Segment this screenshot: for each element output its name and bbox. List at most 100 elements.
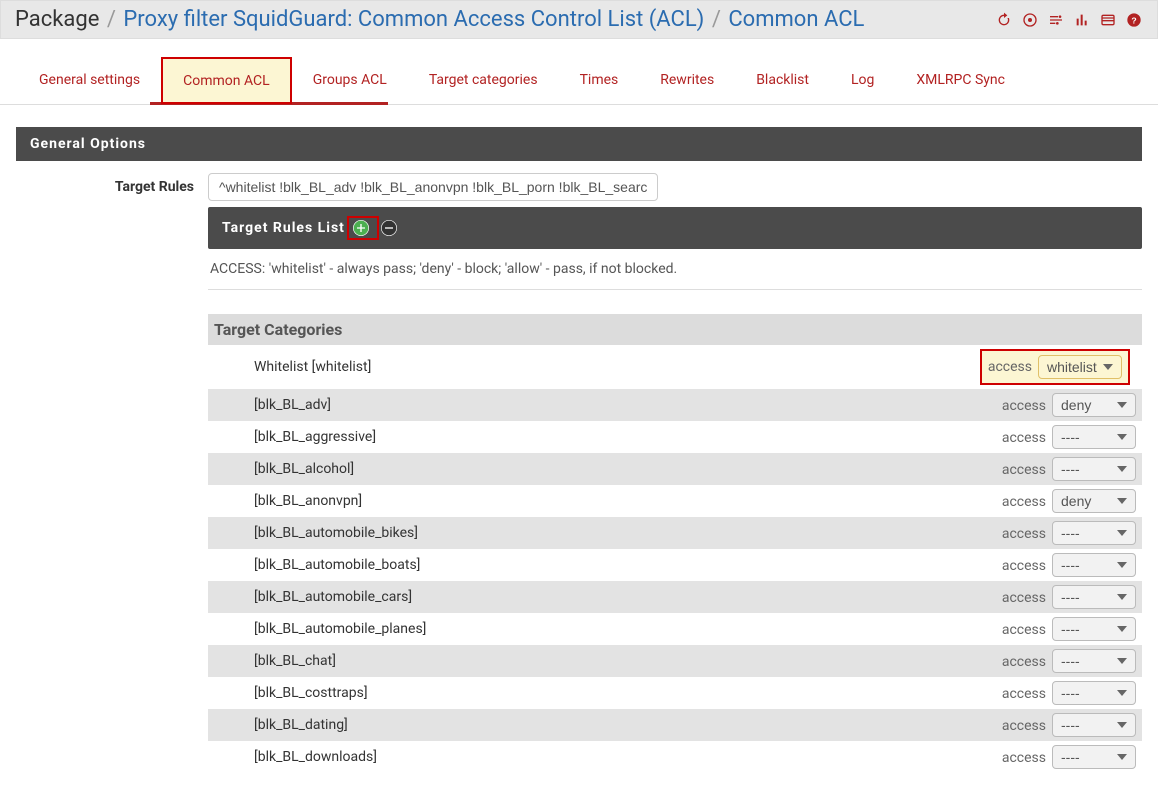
table-row: [blk_BL_automobile_bikes] access ----white… (208, 517, 1142, 549)
access-label: access (1002, 494, 1046, 510)
category-name: [blk_BL_automobile_cars] (208, 581, 974, 613)
category-name: [blk_BL_adv] (208, 389, 974, 421)
access-select[interactable]: ----whitelistdenyallow (1052, 457, 1136, 481)
access-label: access (1002, 654, 1046, 670)
category-name: [blk_BL_chat] (208, 645, 974, 677)
access-select[interactable]: ----whitelistdenyallow (1052, 585, 1136, 609)
category-access-cell: access ----whitelistdenyallow (974, 517, 1142, 549)
target-rules-label: Target Rules (16, 173, 208, 195)
access-label: access (1002, 430, 1046, 446)
table-row: [blk_BL_downloads] access ----whitelistden… (208, 741, 1142, 773)
category-name: [blk_BL_automobile_boats] (208, 549, 974, 581)
expand-highlight (347, 216, 379, 240)
categories-body: Whitelist [whitelist] access ----whitelist… (208, 345, 1142, 773)
access-highlight: access ----whitelistdenyallow (980, 349, 1130, 385)
category-access-cell: access ----whitelistdenyallow (974, 613, 1142, 645)
tabs: General settingsCommon ACLGroups ACLTarg… (0, 39, 1158, 105)
tab-xmlrpc-sync[interactable]: XMLRPC Sync (895, 57, 1026, 104)
table-row: [blk_BL_alcohol] access ----whitelistdenya… (208, 453, 1142, 485)
tab-common-acl[interactable]: Common ACL (161, 57, 292, 104)
access-label: access (1002, 558, 1046, 574)
access-label: access (1002, 526, 1046, 542)
table-row: [blk_BL_costtraps] access ----whitelistden… (208, 677, 1142, 709)
category-access-cell: access----whitelistdenyallow (974, 581, 1142, 613)
category-name: [blk_BL_automobile_planes] (208, 613, 974, 645)
tab-general-settings[interactable]: General settings (18, 57, 161, 104)
tab-blacklist[interactable]: Blacklist (735, 57, 830, 104)
tab-groups-acl[interactable]: Groups ACL (292, 57, 408, 104)
category-access-cell: access ----whitelistdenyallow (974, 741, 1142, 773)
table-row: Whitelist [whitelist] access ----whitelist… (208, 345, 1142, 389)
category-name: [blk_BL_downloads] (208, 741, 974, 773)
access-select[interactable]: ----whitelistdenyallow (1052, 681, 1136, 705)
access-select[interactable]: ----whitelistdenyallow (1052, 393, 1136, 417)
target-icon[interactable] (1021, 11, 1039, 29)
access-select[interactable]: ----whitelistdenyallow (1052, 489, 1136, 513)
category-access-cell: access ----whitelistdenyallow (974, 677, 1142, 709)
access-label: access (1002, 398, 1046, 414)
target-rules-list-header: Target Rules List (208, 207, 1142, 249)
access-label: access (988, 359, 1032, 375)
category-name: [blk_BL_alcohol] (208, 453, 974, 485)
access-select[interactable]: ----whitelistdenyallow (1052, 521, 1136, 545)
category-access-cell: access ----whitelistdenyallow (974, 485, 1142, 517)
category-name: [blk_BL_dating] (208, 709, 974, 741)
table-row: [blk_BL_chat] access ----whitelistdenyallo… (208, 645, 1142, 677)
list-icon[interactable] (1099, 11, 1117, 29)
access-label: access (1002, 686, 1046, 702)
access-select[interactable]: ----whitelistdenyallow (1052, 713, 1136, 737)
category-name: [blk_BL_anonvpn] (208, 485, 974, 517)
category-name: [blk_BL_aggressive] (208, 421, 974, 453)
category-name: Whitelist [whitelist] (208, 345, 974, 389)
tab-times[interactable]: Times (559, 57, 640, 104)
access-select[interactable]: ----whitelistdenyallow (1038, 355, 1122, 379)
help-icon[interactable]: ? (1125, 11, 1143, 29)
table-row: [blk_BL_automobile_boats] access ----white… (208, 549, 1142, 581)
breadcrumb: Package / Proxy filter SquidGuard: Commo… (15, 7, 864, 32)
plus-icon[interactable] (353, 220, 369, 236)
category-name: [blk_BL_costtraps] (208, 677, 974, 709)
access-select[interactable]: ----whitelistdenyallow (1052, 617, 1136, 641)
category-access-cell: access ----whitelistdenyallow (974, 709, 1142, 741)
category-name: [blk_BL_automobile_bikes] (208, 517, 974, 549)
target-rules-list-title: Target Rules List (222, 220, 345, 236)
breadcrumb-package: Package (15, 7, 99, 32)
target-rules-input[interactable] (208, 173, 658, 201)
header-actions: ? (995, 11, 1143, 29)
page-header: Package / Proxy filter SquidGuard: Commo… (0, 0, 1158, 39)
target-rules-row: Target Rules (16, 161, 1142, 207)
access-select[interactable]: ----whitelistdenyallow (1052, 649, 1136, 673)
category-access-cell: access ----whitelistdenyallow (974, 421, 1142, 453)
access-label: access (1002, 462, 1046, 478)
bar-chart-icon[interactable] (1073, 11, 1091, 29)
access-label: access (1002, 718, 1046, 734)
tab-rewrites[interactable]: Rewrites (639, 57, 735, 104)
table-row: [blk_BL_dating] access ----whitelistdenyal… (208, 709, 1142, 741)
breadcrumb-section[interactable]: Proxy filter SquidGuard: Common Access C… (123, 7, 704, 32)
access-select[interactable]: ----whitelistdenyallow (1052, 425, 1136, 449)
sliders-icon[interactable] (1047, 11, 1065, 29)
table-row: [blk_BL_anonvpn] access ----whitelistdenya… (208, 485, 1142, 517)
minus-icon[interactable] (381, 220, 397, 236)
table-row: [blk_BL_automobile_planes] access ----whit… (208, 613, 1142, 645)
category-access-cell: access ----whitelistdenyallow (974, 345, 1142, 389)
category-access-cell: access ----whitelistdenyallow (974, 453, 1142, 485)
tab-target-categories[interactable]: Target categories (408, 57, 559, 104)
table-row: [blk_BL_adv] access ----whitelistdenyallow (208, 389, 1142, 421)
table-row: [blk_BL_automobile_cars]access----whitel… (208, 581, 1142, 613)
access-legend: ACCESS: 'whitelist' - always pass; 'deny… (208, 249, 1142, 290)
access-label: access (1002, 622, 1046, 638)
access-select[interactable]: ----whitelistdenyallow (1052, 745, 1136, 769)
tab-log[interactable]: Log (830, 57, 895, 104)
access-select[interactable]: ----whitelistdenyallow (1052, 553, 1136, 577)
category-access-cell: access ----whitelistdenyallow (974, 549, 1142, 581)
panel-title: General Options (16, 127, 1142, 161)
access-label: access (1002, 750, 1046, 766)
category-access-cell: access ----whitelistdenyallow (974, 389, 1142, 421)
categories-table: Target Categories Whitelist [whitelist] a… (208, 314, 1142, 773)
category-access-cell: access ----whitelistdenyallow (974, 645, 1142, 677)
refresh-icon[interactable] (995, 11, 1013, 29)
breadcrumb-page[interactable]: Common ACL (728, 7, 864, 32)
categories-header: Target Categories (208, 314, 1142, 345)
svg-text:?: ? (1131, 15, 1136, 25)
